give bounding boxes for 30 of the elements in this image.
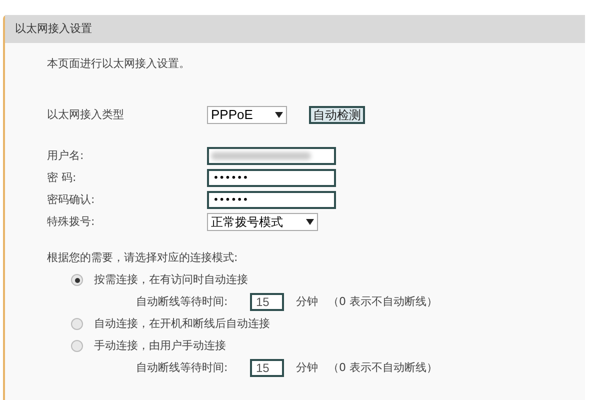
mode-option-label: 自动连接，在开机和断线后自动连接 [94, 316, 270, 332]
radio-button[interactable] [71, 340, 83, 352]
mode-prompt: 根据您的需要，请选择对应的连接模式: [47, 250, 239, 266]
panel-title: 以太网接入设置 [15, 20, 92, 37]
wait-time-label: 自动断线等待时间: [136, 294, 229, 310]
dropdown-arrow-icon [306, 219, 314, 225]
auto-detect-button[interactable]: 自动检测 [309, 106, 365, 124]
radio-button[interactable] [71, 318, 83, 330]
type-select[interactable]: PPPoE [207, 106, 287, 124]
field-label: 用户名: [47, 148, 85, 164]
wait-time-field[interactable]: 15 [250, 293, 284, 311]
wait-time-label: 自动断线等待时间: [136, 360, 229, 376]
password-field[interactable]: •••••• [207, 169, 336, 187]
mode-option-label: 手动连接，由用户手动连接 [94, 338, 226, 354]
radio-button[interactable] [71, 274, 83, 286]
mode-option-label: 按需连接，在有访问时自动连接 [94, 272, 248, 288]
minute-unit: 分钟 [296, 360, 318, 376]
field-label: 密码确认: [47, 192, 96, 208]
dropdown-arrow-icon [275, 112, 283, 118]
minute-unit: 分钟 [296, 294, 318, 310]
username-field[interactable] [207, 147, 336, 165]
field-label: 特殊拨号: [47, 214, 96, 230]
wait-time-field[interactable]: 15 [250, 359, 284, 377]
wait-time-note: （0 表示不自动断线） [328, 294, 438, 310]
dial-mode-select[interactable]: 正常拨号模式 [207, 213, 318, 231]
field-label: 密 码: [47, 170, 78, 186]
wait-time-note: （0 表示不自动断线） [328, 360, 438, 376]
type-label: 以太网接入类型 [47, 106, 125, 123]
password-field[interactable]: •••••• [207, 191, 336, 209]
page-description: 本页面进行以太网接入设置。 [47, 56, 191, 72]
